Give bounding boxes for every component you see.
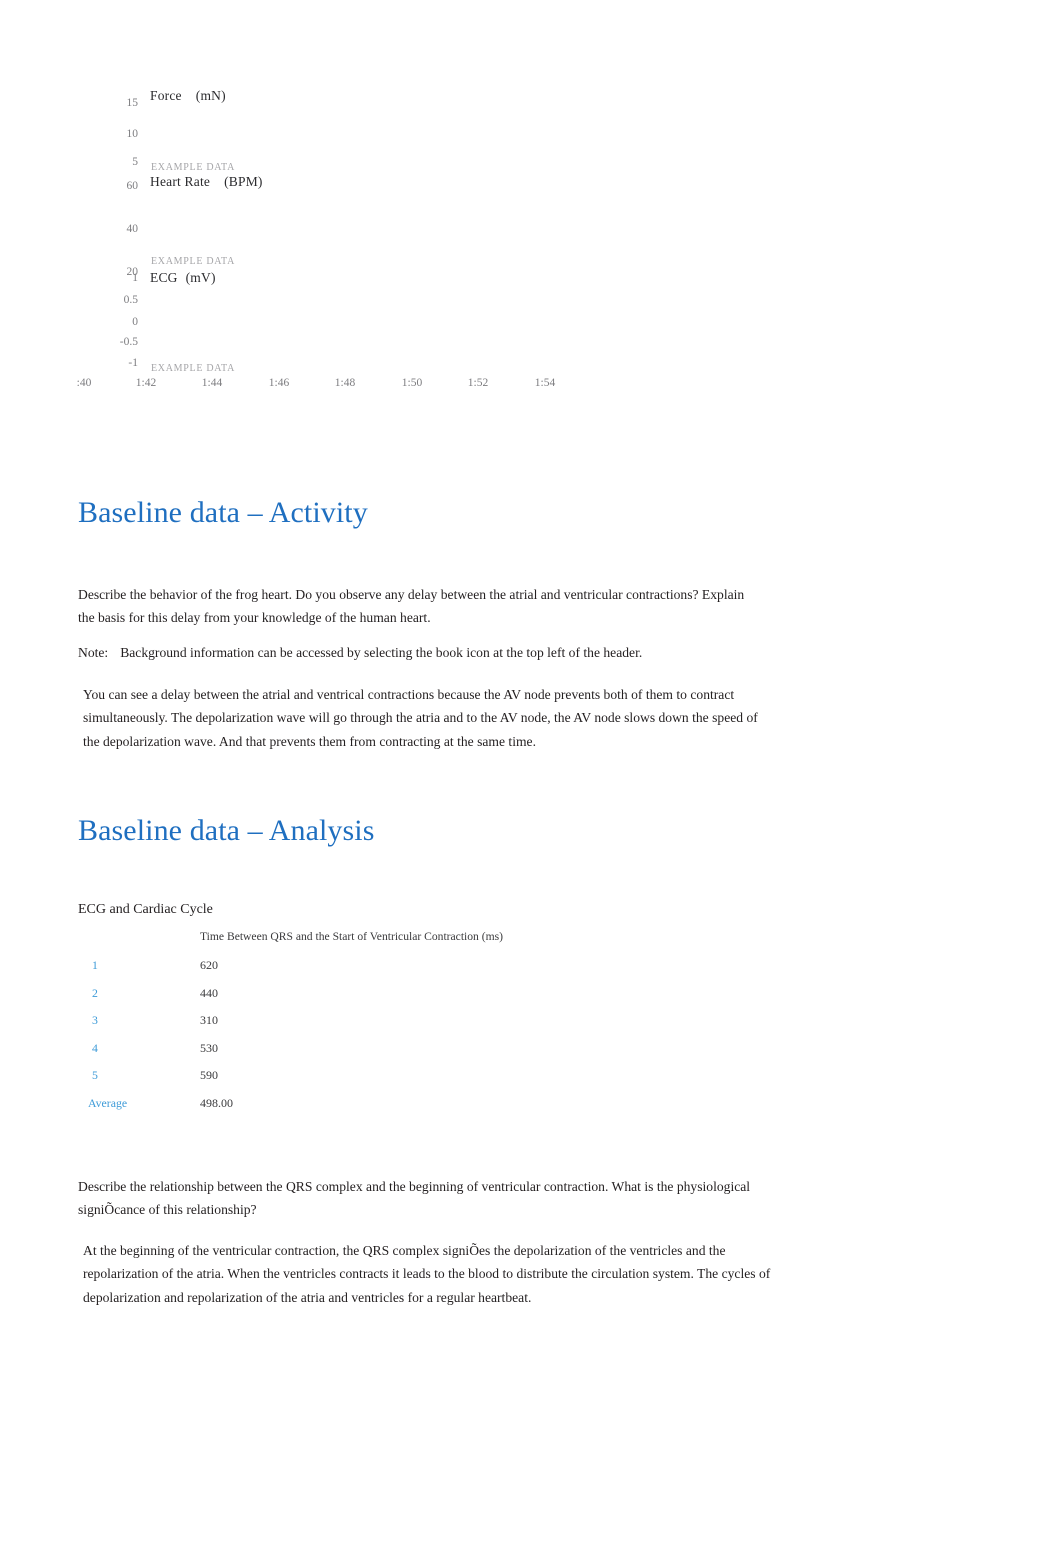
table-row-label-4: 4 [92, 1040, 98, 1055]
note-text: Background information can be accessed b… [120, 645, 643, 660]
table-cell-value-average: 498.00 [200, 1095, 233, 1110]
watermark-example-data-force: EXAMPLE DATA [151, 162, 235, 173]
table-row-label-average: Average [88, 1095, 128, 1110]
x-tick-3: 1:46 [268, 377, 290, 389]
table-cell-value-3[interactable]: 310 [200, 1007, 638, 1035]
table-row-label-3: 3 [92, 1013, 98, 1028]
y-tick-hr-40: 40 [126, 223, 139, 235]
table-header-row: Time Between QRS and the Start of Ventri… [78, 930, 638, 952]
table-row[interactable]: 1 620 [78, 952, 638, 980]
table-cell-value-4[interactable]: 530 [200, 1035, 638, 1063]
activity-note-line: Note: Background information can be acces… [78, 641, 642, 664]
table-row[interactable]: 4 530 [78, 1035, 638, 1063]
table-row[interactable]: 5 590 [78, 1062, 638, 1090]
y-tick-force-5: 5 [132, 156, 138, 168]
table-cell-value-1[interactable]: 620 [200, 952, 638, 980]
series-label-heart-rate: Heart Rate (BPM) [150, 174, 263, 189]
qrs-data-table: Time Between QRS and the Start of Ventri… [78, 930, 638, 1118]
table-column-header-qrs-time: Time Between QRS and the Start of Ventri… [200, 930, 503, 943]
y-tick-force-10: 10 [126, 128, 139, 140]
activity-question-text: Describe the behavior of the frog heart.… [78, 587, 745, 626]
y-tick-hr-60: 60 [126, 180, 139, 192]
series-label-ecg: ECG (mV) [150, 270, 216, 285]
table-row-average: Average 498.00 [78, 1090, 638, 1118]
analysis-answer-text[interactable]: At the beginning of the ventricular cont… [83, 1239, 773, 1309]
y-tick-ecg-1: 1 [132, 272, 138, 284]
heading-baseline-data-activity: Baseline data – Activity [78, 496, 368, 529]
activity-answer-text[interactable]: You can see a delay between the atrial a… [83, 683, 773, 753]
x-tick-0: :40 [76, 377, 92, 389]
table-row[interactable]: 3 310 [78, 1007, 638, 1035]
x-tick-5: 1:50 [401, 377, 423, 389]
multi-panel-chart: Force (mN) 15 10 5 EXAMPLE DATA Heart Rat… [0, 0, 1062, 420]
table-row-label-5: 5 [92, 1068, 98, 1083]
x-tick-7: 1:54 [534, 377, 556, 389]
y-tick-ecg-neg1: -1 [128, 357, 138, 369]
x-tick-1: 1:42 [135, 377, 157, 389]
x-tick-2: 1:44 [201, 377, 223, 389]
series-label-force: Force (mN) [150, 88, 226, 103]
table-row[interactable]: 2 440 [78, 980, 638, 1008]
table-corner-header [78, 930, 200, 952]
table-row-label-2: 2 [92, 985, 98, 1000]
y-tick-ecg-0: 0 [132, 316, 138, 328]
x-tick-6: 1:52 [467, 377, 489, 389]
y-tick-force-15: 15 [126, 97, 139, 109]
table-cell-value-5[interactable]: 590 [200, 1062, 638, 1090]
x-tick-4: 1:48 [334, 377, 356, 389]
watermark-example-data-heart-rate: EXAMPLE DATA [151, 256, 235, 267]
y-tick-ecg-0p5: 0.5 [123, 294, 138, 306]
note-label: Note: [78, 645, 109, 660]
y-tick-ecg-neg0p5: -0.5 [119, 336, 138, 348]
heading-baseline-data-analysis: Baseline data – Analysis [78, 814, 375, 847]
subheading-ecg-and-cardiac-cycle: ECG and Cardiac Cycle [78, 902, 213, 917]
table-row-label-1: 1 [92, 958, 98, 972]
table-cell-value-2[interactable]: 440 [200, 980, 638, 1008]
watermark-example-data-ecg: EXAMPLE DATA [151, 363, 235, 374]
analysis-question-text: Describe the relationship between the QR… [78, 1179, 751, 1218]
